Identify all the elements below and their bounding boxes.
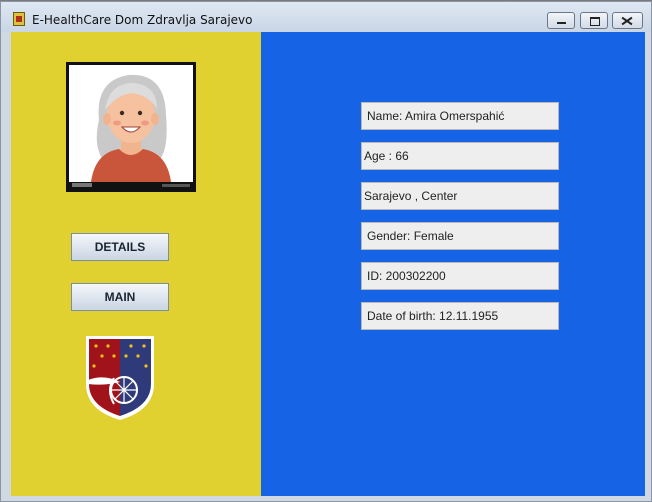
title-bar[interactable]: E-HealthCare Dom Zdravlja Sarajevo	[1, 2, 651, 32]
minimize-icon	[548, 13, 574, 28]
close-icon	[613, 13, 642, 28]
gender-field: Gender: Female	[361, 222, 559, 250]
elderly-woman-avatar-icon	[69, 65, 193, 182]
app-icon	[13, 12, 25, 26]
details-button[interactable]: DETAILS	[71, 233, 169, 261]
main-button[interactable]: MAIN	[71, 283, 169, 311]
left-panel: DETAILS MAIN	[11, 32, 261, 496]
profile-photo	[66, 62, 196, 192]
name-field: Name: Amira Omerspahić	[361, 102, 559, 130]
id-field: ID: 200302200	[361, 262, 559, 290]
location-field: Sarajevo , Center	[361, 182, 559, 210]
coat-of-arms-icon	[84, 334, 156, 422]
maximize-icon	[581, 13, 607, 28]
app-window: E-HealthCare Dom Zdravlja Sarajevo DETAI…	[0, 1, 652, 502]
age-field: Age : 66	[361, 142, 559, 170]
photo-watermark	[69, 182, 193, 189]
close-button[interactable]	[612, 12, 643, 29]
date-of-birth-field: Date of birth: 12.11.1955	[361, 302, 559, 330]
minimize-button[interactable]	[547, 12, 575, 29]
maximize-button[interactable]	[580, 12, 608, 29]
patient-info-panel: Name: Amira Omerspahić Age : 66 Sarajevo…	[261, 32, 645, 496]
window-title: E-HealthCare Dom Zdravlja Sarajevo	[32, 13, 253, 27]
